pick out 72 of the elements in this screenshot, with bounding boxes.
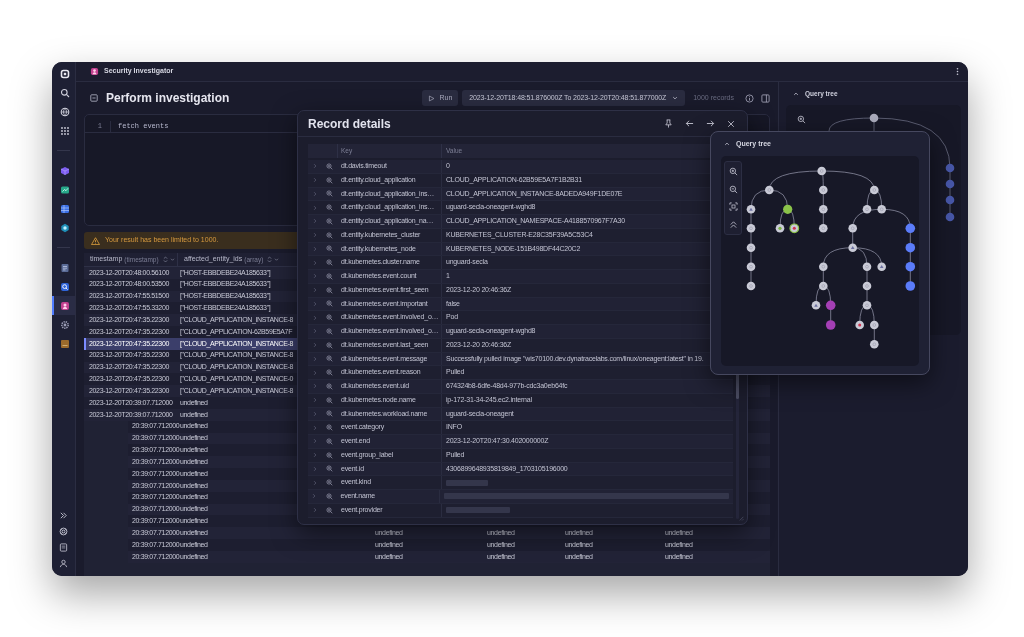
page-title: Perform investigation <box>106 90 230 107</box>
play-icon <box>428 94 436 102</box>
double-chevron-icon[interactable] <box>59 510 68 520</box>
zoom-in-icon[interactable] <box>326 272 333 280</box>
info-icon[interactable] <box>745 93 754 103</box>
sidebar-item[interactable] <box>52 296 75 315</box>
hexagon-icon <box>59 222 70 233</box>
more-icon[interactable] <box>956 67 959 76</box>
zoom-in-icon[interactable] <box>326 451 333 459</box>
zoom-in-icon[interactable] <box>326 259 333 267</box>
sort-icon[interactable] <box>162 256 168 263</box>
zoom-in-icon[interactable] <box>326 382 333 390</box>
arrow-right-icon[interactable] <box>706 119 715 128</box>
zoom-in-icon[interactable] <box>325 492 333 500</box>
magnifier-icon <box>59 281 70 292</box>
chart-icon <box>59 184 70 195</box>
caret-icon[interactable] <box>169 257 175 262</box>
app-icon <box>90 67 99 76</box>
chevron-up-icon[interactable] <box>793 90 799 97</box>
loading-bar <box>446 479 488 486</box>
search-icon <box>59 87 70 98</box>
folder-icon <box>59 338 70 349</box>
pin-icon[interactable] <box>664 119 673 128</box>
user-icon[interactable] <box>59 558 68 568</box>
fit-view-icon[interactable] <box>728 202 738 212</box>
gear-icon <box>59 319 70 330</box>
sidebar-toggle-icon[interactable] <box>761 93 770 103</box>
lifebuoy-icon[interactable] <box>59 526 68 536</box>
zoom-in-icon[interactable] <box>326 465 333 473</box>
panel-icon[interactable] <box>90 94 98 102</box>
zoom-in-icon[interactable] <box>326 327 333 335</box>
notebook-icon[interactable] <box>59 542 68 552</box>
zoom-in-icon[interactable] <box>326 424 333 432</box>
zoom-out-icon[interactable] <box>728 184 738 194</box>
zoom-in-icon[interactable] <box>326 396 333 404</box>
cube-icon <box>59 165 70 176</box>
zoom-in-icon[interactable] <box>326 217 333 225</box>
collapse-icon[interactable] <box>728 219 738 229</box>
zoom-in-icon[interactable] <box>326 204 333 212</box>
zoom-in-icon[interactable] <box>326 341 333 349</box>
zoom-in-icon[interactable] <box>326 479 333 487</box>
zoom-in-icon[interactable] <box>326 410 333 418</box>
sort-icon[interactable] <box>267 256 273 263</box>
panel-title: Record details <box>308 115 392 133</box>
document-icon <box>59 262 70 273</box>
person-icon <box>59 300 70 311</box>
zoom-in-icon[interactable] <box>326 286 333 294</box>
zoom-in-icon[interactable] <box>326 176 333 184</box>
zoom-in-icon[interactable] <box>326 506 333 514</box>
zoom-in-icon[interactable] <box>326 314 333 322</box>
zoom-in-icon[interactable] <box>326 355 333 363</box>
zoom-in-icon[interactable] <box>326 245 333 253</box>
zoom-in-icon[interactable] <box>326 300 333 308</box>
zoom-in-icon[interactable] <box>326 437 333 445</box>
zoom-in-icon[interactable] <box>728 167 738 177</box>
loading-bar <box>446 507 510 514</box>
arrow-left-icon[interactable] <box>685 119 694 128</box>
close-icon[interactable] <box>727 119 735 128</box>
zoom-in-icon[interactable] <box>326 190 333 198</box>
globe-icon <box>59 106 70 117</box>
caret-icon <box>672 95 679 101</box>
apps-icon <box>59 125 70 136</box>
chevron-up-icon[interactable] <box>724 141 730 147</box>
zoom-in-icon[interactable] <box>796 114 806 124</box>
resize-handle-icon[interactable] <box>738 515 744 521</box>
zoom-in-icon[interactable] <box>326 231 333 239</box>
zoom-in-icon[interactable] <box>326 369 333 377</box>
table-icon <box>59 203 70 214</box>
warning-icon <box>91 236 100 245</box>
zoom-in-icon[interactable] <box>326 162 333 170</box>
caret-icon[interactable] <box>274 257 280 262</box>
logo-icon <box>59 68 70 79</box>
